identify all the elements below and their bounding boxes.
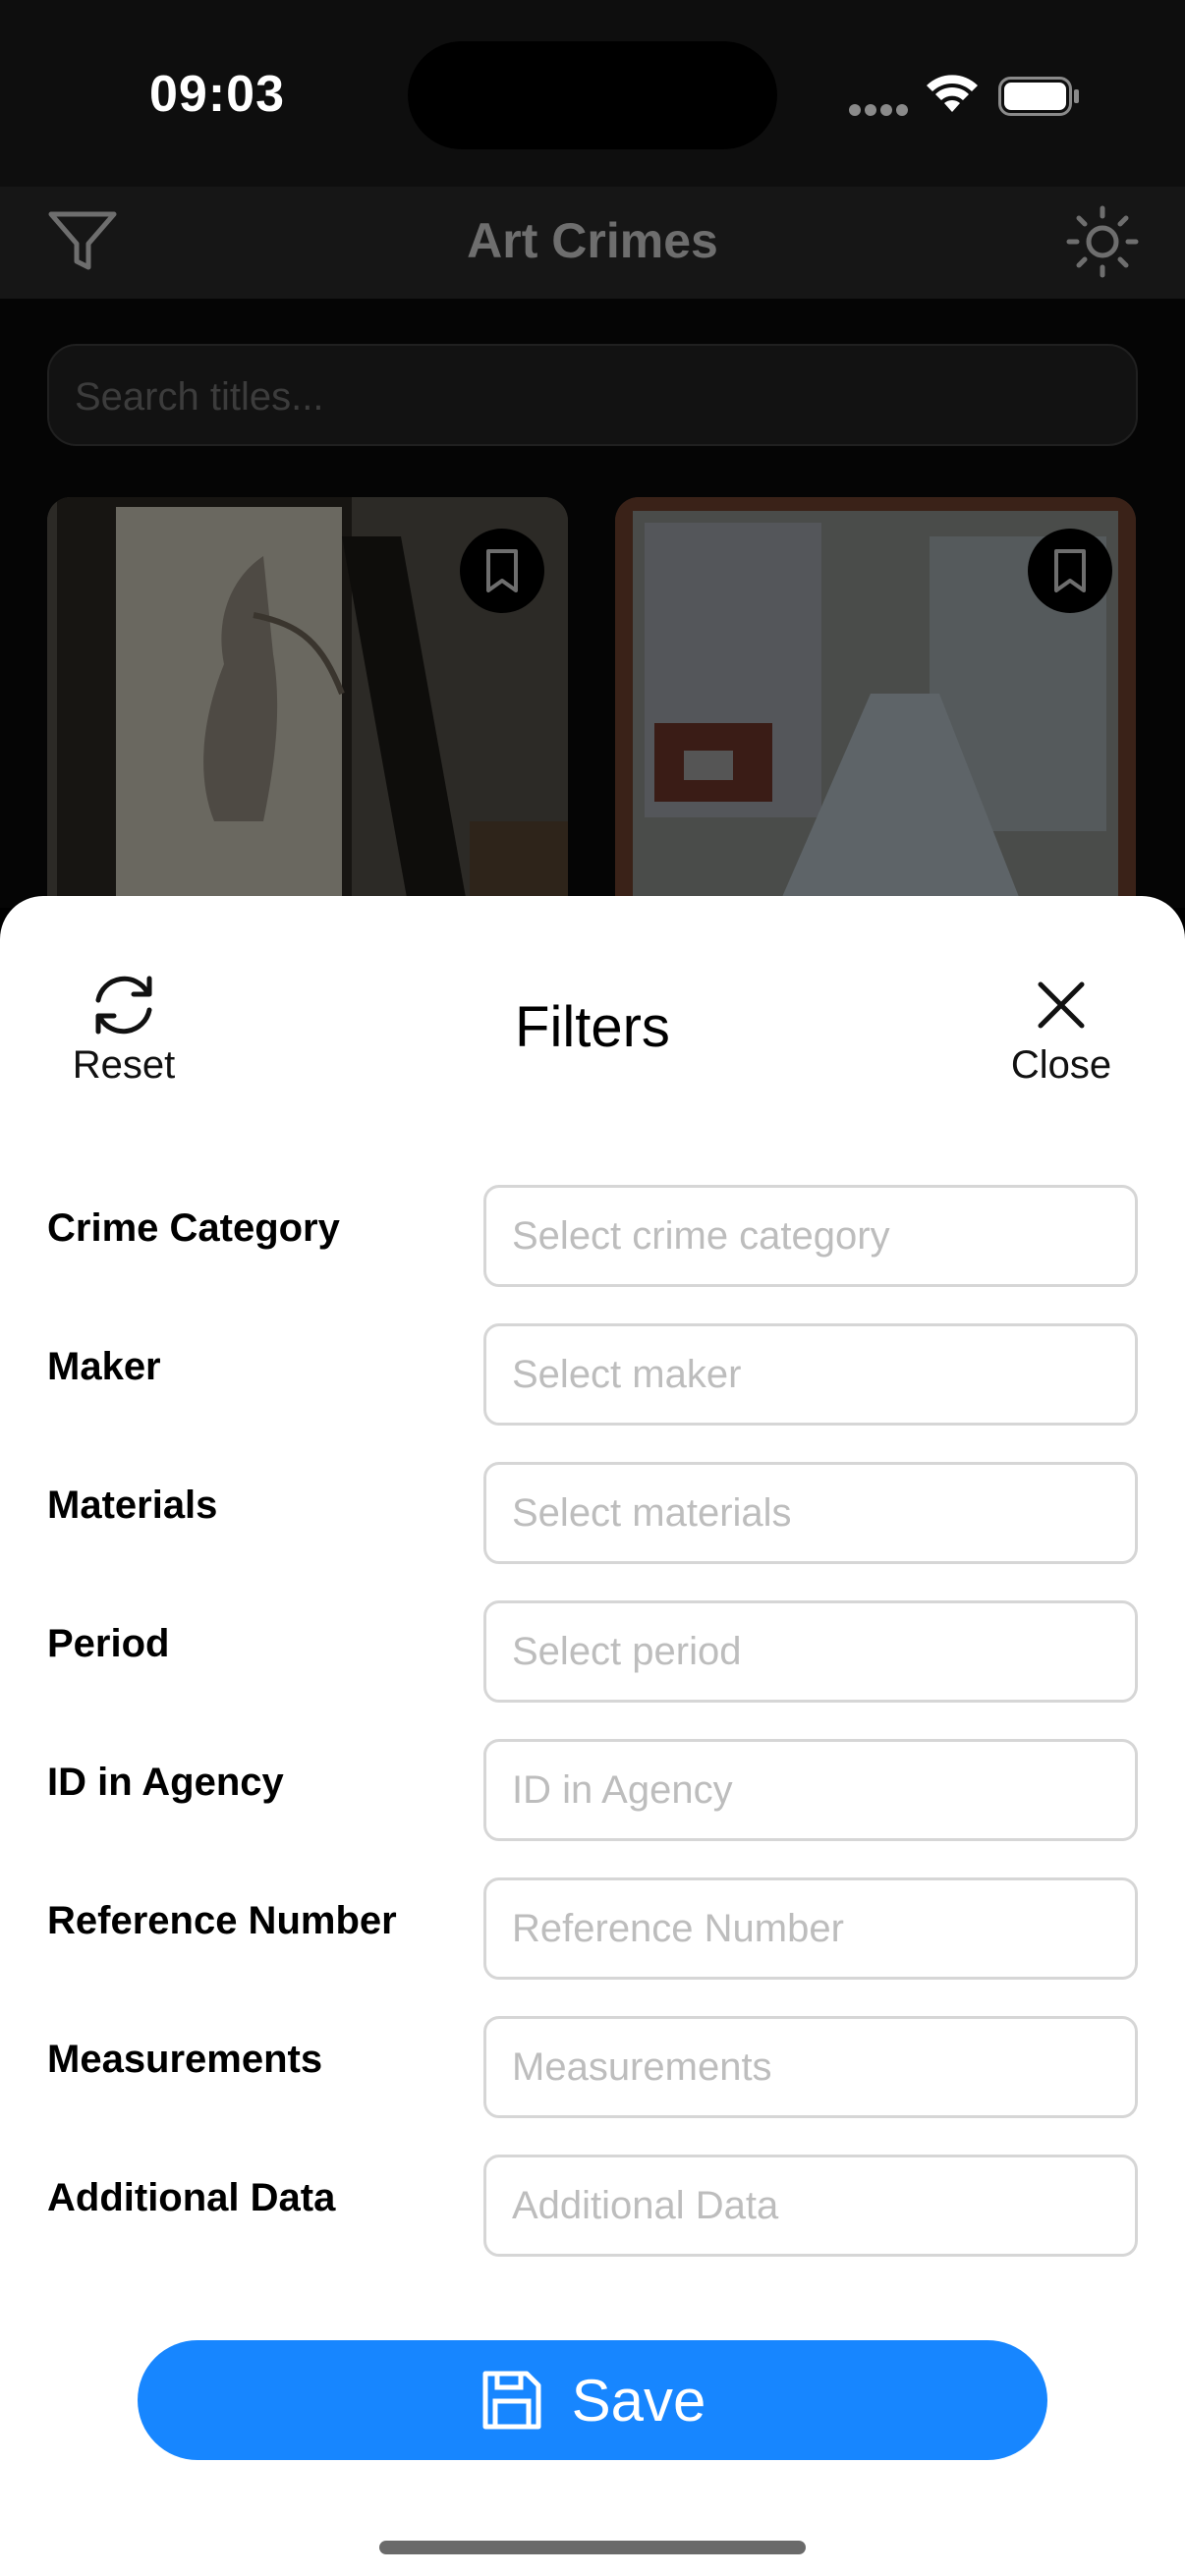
id-in-agency-input[interactable]	[483, 1739, 1138, 1841]
bookmark-button[interactable]	[1028, 529, 1112, 613]
filter-row-crime-category: Crime Category	[0, 1185, 1185, 1287]
additional-data-label: Additional Data	[47, 2176, 336, 2219]
artwork-card[interactable]	[47, 497, 568, 920]
maker-select[interactable]	[483, 1323, 1138, 1426]
crime-category-select[interactable]	[483, 1185, 1138, 1287]
filter-row-period: Period	[0, 1600, 1185, 1703]
filters-sheet: Reset Filters Close Crime Category Maker…	[0, 896, 1185, 2576]
save-button[interactable]: Save	[138, 2340, 1047, 2460]
sun-icon[interactable]	[1065, 204, 1140, 279]
status-time: 09:03	[149, 66, 285, 123]
period-label: Period	[47, 1622, 170, 1665]
nav-bar: Art Crimes	[0, 187, 1185, 299]
crime-category-label: Crime Category	[47, 1206, 340, 1250]
home-indicator	[379, 2541, 806, 2554]
period-select[interactable]	[483, 1600, 1138, 1703]
filter-row-id-in-agency: ID in Agency	[0, 1739, 1185, 1841]
dynamic-island	[408, 41, 777, 149]
measurements-label: Measurements	[47, 2038, 323, 2081]
bookmark-icon	[486, 549, 518, 592]
filter-row-maker: Maker	[0, 1323, 1185, 1426]
status-bar: 09:03	[0, 0, 1185, 187]
search-input[interactable]: Search titles...	[47, 344, 1138, 446]
materials-select[interactable]	[483, 1462, 1138, 1564]
app-title: Art Crimes	[467, 213, 718, 268]
reference-number-input[interactable]	[483, 1877, 1138, 1980]
sheet-header: Reset Filters Close	[0, 896, 1185, 1092]
close-label: Close	[1010, 1043, 1112, 1087]
reference-number-label: Reference Number	[47, 1899, 397, 1942]
floppy-disk-icon	[482, 2371, 541, 2430]
save-label: Save	[571, 2367, 706, 2434]
id-in-agency-label: ID in Agency	[47, 1761, 284, 1804]
measurements-input[interactable]	[483, 2016, 1138, 2118]
filter-row-reference-number: Reference Number	[0, 1877, 1185, 1980]
wifi-icon	[927, 75, 978, 112]
additional-data-input[interactable]	[483, 2155, 1138, 2257]
filter-row-materials: Materials	[0, 1462, 1185, 1564]
filter-row-measurements: Measurements	[0, 2016, 1185, 2118]
close-button[interactable]: Close	[992, 971, 1130, 1118]
close-icon	[1038, 981, 1085, 1029]
search-placeholder: Search titles...	[75, 375, 324, 419]
bookmark-icon	[1054, 549, 1086, 592]
battery-icon	[998, 77, 1079, 116]
filter-row-additional-data: Additional Data	[0, 2155, 1185, 2257]
bookmark-button[interactable]	[460, 529, 544, 613]
materials-label: Materials	[47, 1484, 218, 1527]
artwork-card[interactable]	[615, 497, 1136, 920]
maker-label: Maker	[47, 1345, 161, 1388]
